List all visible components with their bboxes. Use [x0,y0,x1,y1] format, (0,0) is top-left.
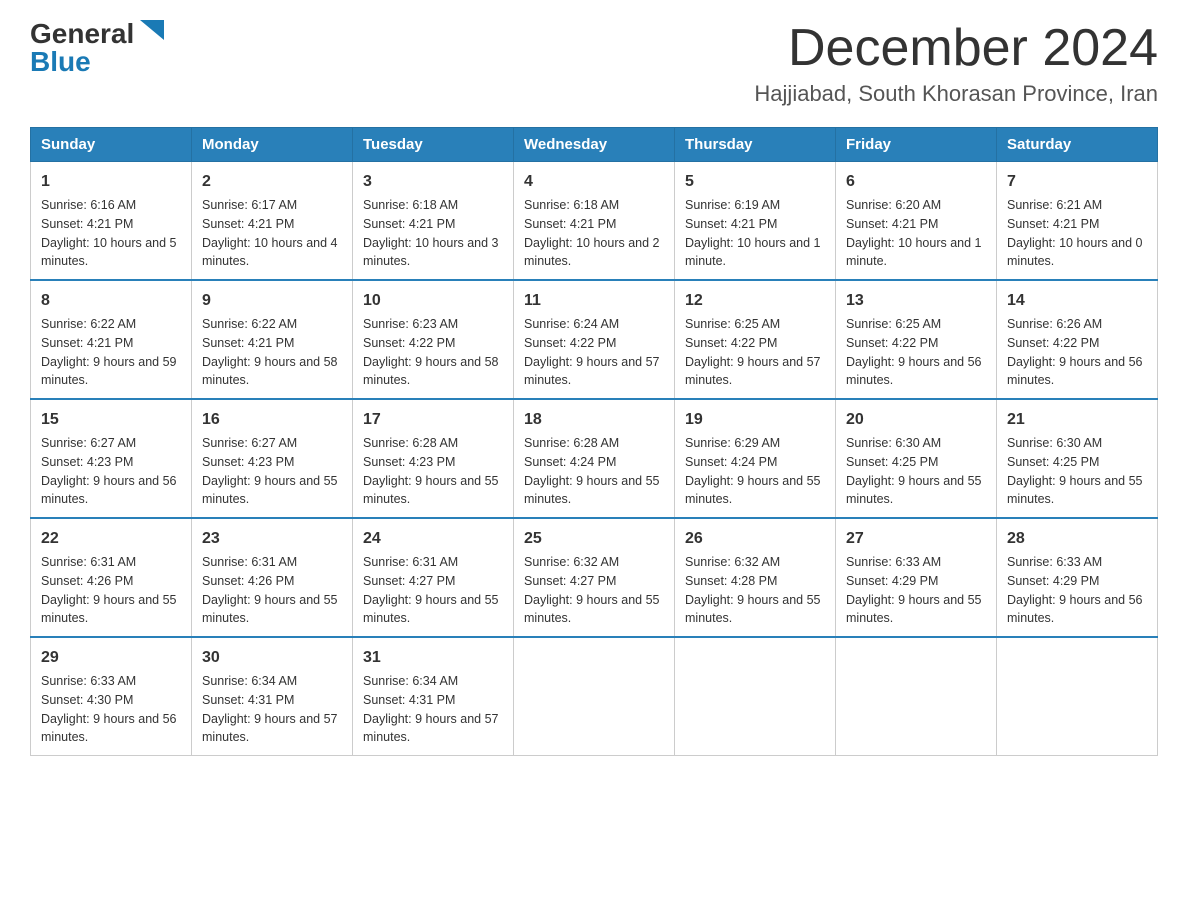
calendar-day-cell [675,637,836,756]
calendar-week-row: 29Sunrise: 6:33 AMSunset: 4:30 PMDayligh… [31,637,1158,756]
day-number: 14 [1007,289,1147,313]
day-number: 5 [685,170,825,194]
logo: General Blue [30,20,164,76]
day-number: 2 [202,170,342,194]
calendar-week-row: 1Sunrise: 6:16 AMSunset: 4:21 PMDaylight… [31,162,1158,281]
calendar-header-row: SundayMondayTuesdayWednesdayThursdayFrid… [31,128,1158,162]
calendar-day-cell: 20Sunrise: 6:30 AMSunset: 4:25 PMDayligh… [836,399,997,518]
day-number: 17 [363,408,503,432]
calendar-day-cell: 10Sunrise: 6:23 AMSunset: 4:22 PMDayligh… [353,280,514,399]
calendar-day-cell: 7Sunrise: 6:21 AMSunset: 4:21 PMDaylight… [997,162,1158,281]
calendar-day-cell: 18Sunrise: 6:28 AMSunset: 4:24 PMDayligh… [514,399,675,518]
calendar-day-cell: 26Sunrise: 6:32 AMSunset: 4:28 PMDayligh… [675,518,836,637]
calendar-day-cell [514,637,675,756]
day-number: 16 [202,408,342,432]
calendar-day-cell: 15Sunrise: 6:27 AMSunset: 4:23 PMDayligh… [31,399,192,518]
day-number: 19 [685,408,825,432]
day-number: 25 [524,527,664,551]
day-number: 9 [202,289,342,313]
header-right: December 2024 Hajjiabad, South Khorasan … [754,20,1158,107]
location-text: Hajjiabad, South Khorasan Province, Iran [754,81,1158,107]
weekday-header: Thursday [675,128,836,162]
day-number: 3 [363,170,503,194]
calendar-week-row: 15Sunrise: 6:27 AMSunset: 4:23 PMDayligh… [31,399,1158,518]
day-number: 12 [685,289,825,313]
calendar-day-cell [997,637,1158,756]
calendar-day-cell: 31Sunrise: 6:34 AMSunset: 4:31 PMDayligh… [353,637,514,756]
day-number: 10 [363,289,503,313]
day-number: 23 [202,527,342,551]
day-number: 6 [846,170,986,194]
calendar-day-cell: 3Sunrise: 6:18 AMSunset: 4:21 PMDaylight… [353,162,514,281]
calendar-day-cell: 9Sunrise: 6:22 AMSunset: 4:21 PMDaylight… [192,280,353,399]
calendar-day-cell [836,637,997,756]
calendar-day-cell: 27Sunrise: 6:33 AMSunset: 4:29 PMDayligh… [836,518,997,637]
calendar-day-cell: 17Sunrise: 6:28 AMSunset: 4:23 PMDayligh… [353,399,514,518]
calendar-day-cell: 22Sunrise: 6:31 AMSunset: 4:26 PMDayligh… [31,518,192,637]
logo-triangle-icon [140,20,164,40]
calendar-day-cell: 8Sunrise: 6:22 AMSunset: 4:21 PMDaylight… [31,280,192,399]
calendar-day-cell: 19Sunrise: 6:29 AMSunset: 4:24 PMDayligh… [675,399,836,518]
calendar-week-row: 8Sunrise: 6:22 AMSunset: 4:21 PMDaylight… [31,280,1158,399]
day-number: 1 [41,170,181,194]
day-number: 15 [41,408,181,432]
weekday-header: Saturday [997,128,1158,162]
calendar-day-cell: 16Sunrise: 6:27 AMSunset: 4:23 PMDayligh… [192,399,353,518]
day-number: 27 [846,527,986,551]
calendar-day-cell: 5Sunrise: 6:19 AMSunset: 4:21 PMDaylight… [675,162,836,281]
day-number: 7 [1007,170,1147,194]
calendar-day-cell: 28Sunrise: 6:33 AMSunset: 4:29 PMDayligh… [997,518,1158,637]
logo-blue-text: Blue [30,48,91,76]
calendar-day-cell: 12Sunrise: 6:25 AMSunset: 4:22 PMDayligh… [675,280,836,399]
calendar-day-cell: 24Sunrise: 6:31 AMSunset: 4:27 PMDayligh… [353,518,514,637]
calendar-day-cell: 30Sunrise: 6:34 AMSunset: 4:31 PMDayligh… [192,637,353,756]
day-number: 31 [363,646,503,670]
calendar-day-cell: 21Sunrise: 6:30 AMSunset: 4:25 PMDayligh… [997,399,1158,518]
calendar-day-cell: 6Sunrise: 6:20 AMSunset: 4:21 PMDaylight… [836,162,997,281]
calendar-day-cell: 2Sunrise: 6:17 AMSunset: 4:21 PMDaylight… [192,162,353,281]
calendar-day-cell: 4Sunrise: 6:18 AMSunset: 4:21 PMDaylight… [514,162,675,281]
weekday-header: Wednesday [514,128,675,162]
logo-general-text: General [30,20,134,48]
page-header: General Blue December 2024 Hajjiabad, So… [30,20,1158,107]
day-number: 13 [846,289,986,313]
month-title: December 2024 [754,20,1158,77]
day-number: 4 [524,170,664,194]
day-number: 28 [1007,527,1147,551]
calendar-day-cell: 1Sunrise: 6:16 AMSunset: 4:21 PMDaylight… [31,162,192,281]
day-number: 11 [524,289,664,313]
day-number: 24 [363,527,503,551]
weekday-header: Monday [192,128,353,162]
calendar-day-cell: 29Sunrise: 6:33 AMSunset: 4:30 PMDayligh… [31,637,192,756]
day-number: 30 [202,646,342,670]
calendar-day-cell: 11Sunrise: 6:24 AMSunset: 4:22 PMDayligh… [514,280,675,399]
day-number: 20 [846,408,986,432]
day-number: 26 [685,527,825,551]
calendar-table: SundayMondayTuesdayWednesdayThursdayFrid… [30,127,1158,756]
calendar-day-cell: 13Sunrise: 6:25 AMSunset: 4:22 PMDayligh… [836,280,997,399]
day-number: 22 [41,527,181,551]
weekday-header: Friday [836,128,997,162]
weekday-header: Sunday [31,128,192,162]
day-number: 18 [524,408,664,432]
day-number: 29 [41,646,181,670]
calendar-day-cell: 25Sunrise: 6:32 AMSunset: 4:27 PMDayligh… [514,518,675,637]
day-number: 8 [41,289,181,313]
calendar-day-cell: 23Sunrise: 6:31 AMSunset: 4:26 PMDayligh… [192,518,353,637]
calendar-day-cell: 14Sunrise: 6:26 AMSunset: 4:22 PMDayligh… [997,280,1158,399]
weekday-header: Tuesday [353,128,514,162]
day-number: 21 [1007,408,1147,432]
calendar-week-row: 22Sunrise: 6:31 AMSunset: 4:26 PMDayligh… [31,518,1158,637]
